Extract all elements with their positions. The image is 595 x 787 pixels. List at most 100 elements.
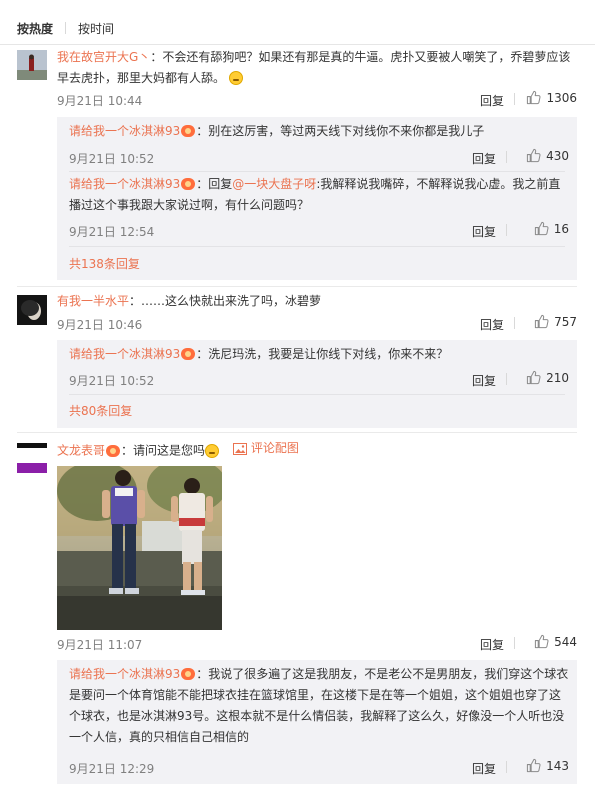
like-button[interactable]: 16 bbox=[534, 221, 569, 236]
avatar-image bbox=[17, 50, 47, 80]
avatar-image bbox=[17, 295, 47, 325]
like-button[interactable]: 1306 bbox=[526, 90, 577, 105]
comment-image-link[interactable]: 评论配图 bbox=[223, 438, 299, 459]
reply-username[interactable]: 请给我一个冰淇淋93 bbox=[69, 667, 180, 681]
reply-divider bbox=[69, 246, 565, 247]
top-divider bbox=[0, 44, 595, 45]
comment-text: 文龙表哥 ：请问这是您吗 评论配图 bbox=[57, 438, 577, 462]
reply-divider bbox=[69, 171, 565, 172]
reply-divider bbox=[69, 394, 565, 395]
like-count: 1306 bbox=[546, 90, 577, 105]
reply-box: 请给我一个冰淇淋93 ：别在这厉害，等过两天线下对线你不来你都是我儿子 9月21日… bbox=[57, 117, 577, 280]
like-button[interactable]: 544 bbox=[534, 634, 577, 649]
member-badge-icon bbox=[106, 444, 121, 457]
reply-button[interactable]: 回复 bbox=[472, 223, 496, 240]
meta-divider bbox=[514, 637, 515, 649]
comment-body: ：请问这是您吗 bbox=[121, 443, 206, 458]
reply-button[interactable]: 回复 bbox=[472, 372, 496, 389]
like-button[interactable]: 757 bbox=[534, 314, 577, 329]
comment-time: 9月21日 10:44 bbox=[57, 94, 143, 108]
meta-divider bbox=[514, 93, 515, 105]
reply-box: 请给我一个冰淇淋93 ：我说了很多遍了这是我朋友，不是老公不是男朋友，我们穿这个球… bbox=[57, 660, 577, 784]
thumbs-up-icon bbox=[534, 221, 549, 236]
comment-username[interactable]: 有我一半水平 bbox=[57, 294, 129, 308]
member-badge-icon bbox=[181, 125, 196, 137]
reply-button[interactable]: 回复 bbox=[480, 316, 504, 333]
member-badge-icon bbox=[181, 348, 196, 360]
comment-divider bbox=[17, 432, 577, 433]
more-replies-link[interactable]: 共80条回复 bbox=[69, 402, 132, 419]
like-count: 544 bbox=[554, 634, 577, 649]
comment-divider bbox=[17, 286, 577, 287]
reply-username[interactable]: 请给我一个冰淇淋93 bbox=[69, 124, 180, 138]
thumbs-up-icon bbox=[534, 314, 549, 329]
thumbs-up-icon bbox=[534, 634, 549, 649]
emoji-icon bbox=[205, 443, 220, 458]
comment-meta: 9月21日 10:46 回复 757 bbox=[57, 314, 577, 333]
meta-divider bbox=[506, 151, 507, 163]
emoji-icon bbox=[228, 71, 243, 85]
meta-divider bbox=[514, 317, 515, 329]
reply-text: 请给我一个冰淇淋93 ：洗尼玛洗，我要是让你线下对线，你来不来？ bbox=[69, 344, 569, 365]
reply-prefix: ：回复 bbox=[196, 177, 233, 191]
reply-text: 请给我一个冰淇淋93 ：我说了很多遍了这是我朋友，不是老公不是男朋友，我们穿这个球… bbox=[69, 664, 569, 748]
sort-bar: 按热度 按时间 bbox=[17, 20, 114, 36]
meta-divider bbox=[506, 373, 507, 385]
reply-meta: 9月21日 10:52 回复 430 bbox=[69, 148, 569, 167]
reply-button[interactable]: 回复 bbox=[480, 636, 504, 653]
member-badge-icon bbox=[181, 668, 196, 680]
comment-text: 有我一半水平：……这么快就出来洗了吗，冰碧萝 bbox=[57, 291, 577, 312]
reply-text: 请给我一个冰淇淋93 ：别在这厉害，等过两天线下对线你不来你都是我儿子 bbox=[69, 121, 569, 142]
comment-time: 9月21日 11:07 bbox=[57, 638, 143, 652]
like-button[interactable]: 210 bbox=[526, 370, 569, 385]
reply-username[interactable]: 请给我一个冰淇淋93 bbox=[69, 347, 180, 361]
like-count: 210 bbox=[546, 370, 569, 385]
reply-meta: 9月21日 12:54 回复 16 bbox=[69, 221, 569, 240]
comment-image-label: 评论配图 bbox=[250, 441, 299, 455]
photo-image bbox=[57, 466, 222, 630]
reply-text: 请给我一个冰淇淋93 ：回复@一块大盘子呀:我解释说我嘴碎，不解释说我心虚。我之前… bbox=[69, 174, 569, 216]
meta-divider bbox=[506, 761, 507, 773]
sort-by-hot-tab[interactable]: 按热度 bbox=[17, 20, 53, 37]
like-count: 16 bbox=[553, 221, 569, 236]
avatar[interactable] bbox=[17, 443, 47, 473]
more-replies-link[interactable]: 共138条回复 bbox=[69, 255, 140, 272]
comment-username[interactable]: 我在故宫开大G丶 bbox=[57, 50, 150, 64]
avatar-image bbox=[17, 443, 47, 473]
reply-button[interactable]: 回复 bbox=[480, 92, 504, 109]
member-badge-icon bbox=[181, 178, 196, 190]
comment-text: 我在故宫开大G丶：不会还有舔狗吧？如果还有那是真的牛逼。虎扑又要被人嘲笑了，乔碧… bbox=[57, 47, 577, 89]
meta-divider bbox=[506, 224, 507, 236]
sort-divider bbox=[65, 22, 67, 34]
thumbs-up-icon bbox=[526, 370, 541, 385]
like-button[interactable]: 143 bbox=[526, 758, 569, 773]
thumbs-up-icon bbox=[526, 90, 541, 105]
image-icon bbox=[232, 442, 247, 455]
like-button[interactable]: 430 bbox=[526, 148, 569, 163]
avatar[interactable] bbox=[17, 50, 47, 80]
like-count: 757 bbox=[554, 314, 577, 329]
reply-time: 9月21日 10:52 bbox=[69, 374, 155, 388]
reply-meta: 9月21日 10:52 回复 210 bbox=[69, 370, 569, 389]
comment-username[interactable]: 文龙表哥 bbox=[57, 444, 105, 458]
sort-by-time-tab[interactable]: 按时间 bbox=[78, 20, 114, 37]
comment-time: 9月21日 10:46 bbox=[57, 318, 143, 332]
thumbs-up-icon bbox=[526, 148, 541, 163]
reply-meta: 9月21日 12:29 回复 143 bbox=[69, 758, 569, 777]
thumbs-up-icon bbox=[526, 758, 541, 773]
comment-meta: 9月21日 11:07 回复 544 bbox=[57, 634, 577, 653]
like-count: 430 bbox=[546, 148, 569, 163]
reply-time: 9月21日 12:29 bbox=[69, 762, 155, 776]
reply-time: 9月21日 12:54 bbox=[69, 225, 155, 239]
comment-meta: 9月21日 10:44 回复 1306 bbox=[57, 90, 577, 109]
reply-mention[interactable]: @一块大盘子呀 bbox=[232, 177, 316, 191]
reply-username[interactable]: 请给我一个冰淇淋93 bbox=[69, 177, 180, 191]
comment-photo[interactable] bbox=[57, 466, 222, 630]
reply-body: ：别在这厉害，等过两天线下对线你不来你都是我儿子 bbox=[196, 124, 485, 138]
like-count: 143 bbox=[546, 758, 569, 773]
reply-button[interactable]: 回复 bbox=[472, 760, 496, 777]
avatar[interactable] bbox=[17, 295, 47, 325]
comment-body: ：……这么快就出来洗了吗，冰碧萝 bbox=[129, 294, 322, 308]
reply-time: 9月21日 10:52 bbox=[69, 152, 155, 166]
reply-button[interactable]: 回复 bbox=[472, 150, 496, 167]
